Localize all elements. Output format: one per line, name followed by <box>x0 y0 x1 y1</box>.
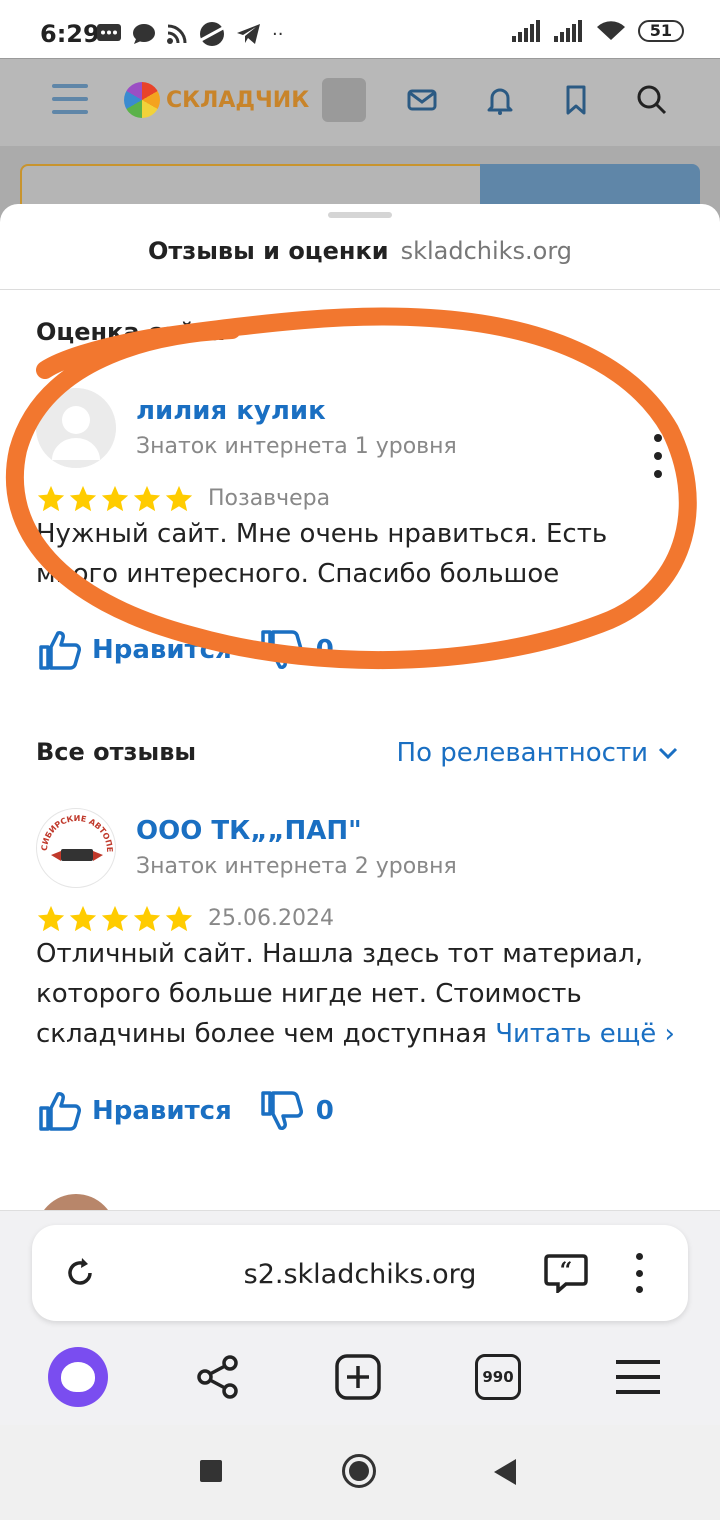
sheet-title: Отзывы и оценки <box>147 236 389 265</box>
share-button[interactable] <box>188 1347 248 1407</box>
hamburger-icon <box>616 1360 660 1394</box>
address-bar[interactable]: s2.skladchiks.org “ <box>32 1225 688 1321</box>
recents-icon[interactable] <box>200 1460 222 1482</box>
logo-text: СКЛАДЧИК <box>166 87 310 113</box>
chevron-down-icon <box>658 747 678 760</box>
sheet-domain: skladchiks.org <box>400 236 573 265</box>
bookmark-icon[interactable] <box>560 84 592 116</box>
back-icon[interactable] <box>494 1459 516 1485</box>
browser-menu-button[interactable] <box>608 1347 668 1407</box>
review-date: 25.06.2024 <box>208 906 334 931</box>
home-icon[interactable] <box>342 1454 376 1488</box>
dislike-count[interactable]: 0 <box>316 1096 334 1126</box>
star-icon <box>37 905 65 932</box>
thumbs-down-icon[interactable] <box>260 1090 304 1132</box>
address-menu-icon[interactable] <box>632 1253 646 1293</box>
bell-icon[interactable] <box>484 84 516 116</box>
comments-icon[interactable]: “ <box>544 1253 588 1293</box>
star-icon <box>101 905 129 932</box>
my-rating-title: Оценка сайта <box>36 318 226 346</box>
next-review-avatar[interactable] <box>36 1194 116 1210</box>
sort-label: По релевантности <box>396 738 648 768</box>
mail-icon[interactable] <box>406 84 438 116</box>
sort-dropdown[interactable]: По релевантности <box>397 738 678 768</box>
url-text[interactable]: s2.skladchiks.org <box>32 1259 688 1290</box>
telegram-icon <box>237 24 260 44</box>
user-avatar[interactable] <box>322 78 366 122</box>
company-logo: СИБИРСКИЕ АВТОПЕРЕВОЗКИ <box>37 809 114 861</box>
review-text: Отличный сайт. Нашла здесь тот материал,… <box>36 934 686 1054</box>
plus-icon <box>335 1354 381 1400</box>
status-time: 6:29 <box>40 20 100 48</box>
chat-icon <box>133 24 155 44</box>
signal-icon <box>511 20 540 42</box>
status-right: 51 <box>511 20 684 42</box>
notification-icons: ·· <box>96 20 283 48</box>
review-date: Позавчера <box>208 486 331 511</box>
site-logo[interactable]: СКЛАДЧИК <box>124 82 309 118</box>
svg-text:СИБИРСКИЕ АВТОПЕРЕВОЗКИ: СИБИРСКИЕ АВТОПЕРЕВОЗКИ <box>37 809 114 852</box>
avatar[interactable] <box>36 388 116 468</box>
star-icon <box>133 485 161 512</box>
svg-text:“: “ <box>560 1258 573 1284</box>
wifi-icon <box>596 21 625 40</box>
browser-toolbar: 990 <box>0 1341 720 1411</box>
new-tab-button[interactable] <box>328 1347 388 1407</box>
android-nav-bar <box>0 1425 720 1520</box>
signal-icon <box>553 20 582 42</box>
more-icon: ·· <box>272 23 284 45</box>
star-icon <box>101 485 129 512</box>
like-button[interactable]: Нравится <box>92 635 232 665</box>
status-bar: 6:29 ·· 51 <box>0 0 720 58</box>
user-placeholder-icon <box>36 388 116 468</box>
alice-icon <box>48 1347 108 1407</box>
share-icon <box>197 1355 238 1399</box>
all-reviews-title: Все отзывы <box>36 738 197 766</box>
thumbs-up-icon[interactable] <box>38 629 82 671</box>
star-icon <box>133 905 161 932</box>
logo-circle-icon <box>124 82 160 118</box>
rss-icon <box>167 24 187 44</box>
reaction-row: Нравится 0 <box>38 629 334 671</box>
review-text: Нужный сайт. Мне очень нравиться. Есть м… <box>36 519 608 589</box>
tabs-count: 990 <box>475 1354 521 1400</box>
search-icon[interactable] <box>636 84 668 116</box>
star-rating <box>36 484 194 514</box>
browser-bottom-bar: s2.skladchiks.org “ 990 <box>0 1210 720 1425</box>
star-icon <box>165 485 193 512</box>
star-icon <box>165 905 193 932</box>
thumbs-up-icon[interactable] <box>38 1090 82 1132</box>
message-icon <box>97 24 121 41</box>
review-author-level: Знаток интернета 1 уровня <box>136 434 457 459</box>
battery-icon: 51 <box>637 20 684 42</box>
dislike-count[interactable]: 0 <box>316 635 334 665</box>
alice-button[interactable] <box>48 1347 108 1407</box>
star-icon <box>69 905 97 932</box>
star-icon <box>69 485 97 512</box>
star-rating <box>36 904 194 934</box>
company-avatar[interactable]: СИБИРСКИЕ АВТОПЕРЕВОЗКИ <box>36 808 116 888</box>
like-button[interactable]: Нравится <box>92 1096 232 1126</box>
review-author[interactable]: ООО ТК„„ПАП" <box>136 816 362 846</box>
review-author-level: Знаток интернета 2 уровня <box>136 854 457 879</box>
reviews-sheet: Отзывы и оценки skladchiks.org Оценка са… <box>0 204 720 1210</box>
more-options-icon[interactable] <box>648 434 668 478</box>
sheet-drag-handle[interactable] <box>328 212 392 218</box>
tabs-button[interactable]: 990 <box>468 1347 528 1407</box>
read-more-link[interactable]: Читать ещё › <box>495 1019 675 1049</box>
reaction-row: Нравится 0 <box>38 1090 334 1132</box>
review-author[interactable]: лилия кулик <box>136 396 326 426</box>
thumbs-down-icon[interactable] <box>260 629 304 671</box>
star-icon <box>37 485 65 512</box>
menu-icon[interactable] <box>52 84 88 123</box>
planet-icon <box>200 22 224 46</box>
